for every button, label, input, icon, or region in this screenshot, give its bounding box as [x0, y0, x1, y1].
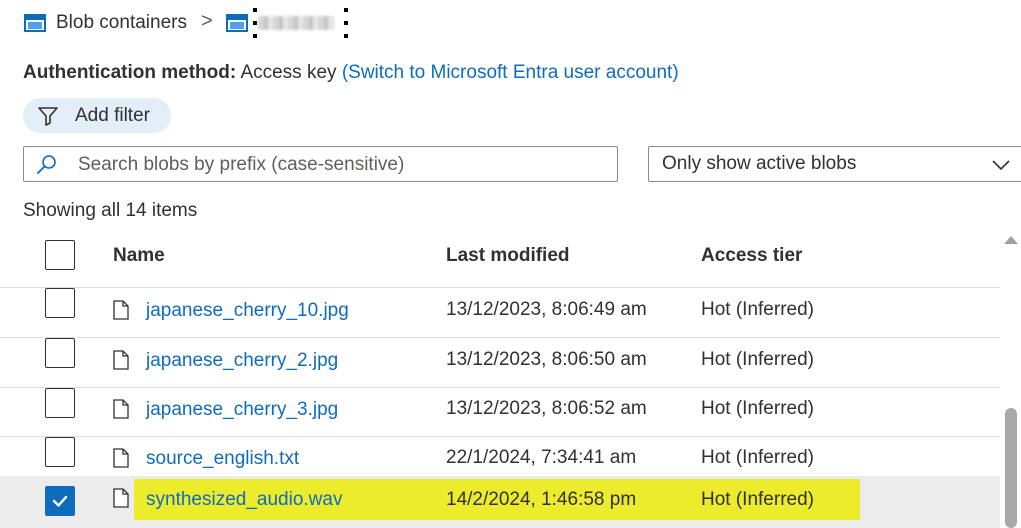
chevron-down-icon: [992, 160, 1010, 171]
redaction-mark: [344, 8, 348, 44]
last-modified-value: 14/2/2024, 1:46:58 pm: [446, 489, 637, 510]
container-icon: [226, 14, 248, 32]
auth-method-label: Authentication method:: [23, 62, 237, 83]
add-filter-button[interactable]: Add filter: [23, 98, 171, 133]
checkmark-icon: [52, 495, 68, 507]
row-checkbox-checked[interactable]: [45, 486, 75, 516]
row-checkbox[interactable]: [45, 437, 75, 467]
blob-filter-dropdown[interactable]: Only show active blobs: [648, 146, 1021, 182]
scroll-up-arrow-icon[interactable]: [1004, 236, 1018, 244]
table-row[interactable]: japanese_cherry_3.jpg 13/12/2023, 8:06:5…: [0, 387, 1000, 437]
row-checkbox[interactable]: [45, 388, 75, 418]
chevron-right-icon: >: [201, 10, 213, 32]
breadcrumb-blob-containers[interactable]: Blob containers: [56, 12, 187, 34]
search-box[interactable]: [23, 146, 618, 182]
file-icon: [113, 300, 129, 320]
table-header: Name Last modified Access tier: [0, 235, 1000, 288]
blob-name-link[interactable]: synthesized_audio.wav: [146, 489, 342, 511]
access-tier-value: Hot (Inferred): [701, 299, 814, 320]
access-tier-value: Hot (Inferred): [701, 398, 814, 419]
table-row[interactable]: japanese_cherry_10.jpg 13/12/2023, 8:06:…: [0, 288, 1000, 338]
container-name-redacted[interactable]: [258, 16, 334, 30]
file-icon: [113, 399, 129, 419]
access-tier-value: Hot (Inferred): [701, 349, 814, 370]
search-icon: [37, 155, 56, 174]
redaction-mark: [253, 8, 257, 44]
blob-name-link[interactable]: japanese_cherry_3.jpg: [146, 399, 338, 421]
last-modified-value: 13/12/2023, 8:06:52 am: [446, 398, 647, 419]
last-modified-value: 13/12/2023, 8:06:49 am: [446, 299, 647, 320]
auth-method: Authentication method: Access key (Switc…: [23, 62, 679, 84]
search-input[interactable]: [76, 151, 610, 179]
file-icon: [113, 448, 129, 468]
file-icon: [113, 488, 129, 508]
last-modified-value: 13/12/2023, 8:06:50 am: [446, 349, 647, 370]
row-checkbox[interactable]: [45, 338, 75, 368]
container-icon: [24, 14, 46, 32]
blob-filter-selected: Only show active blobs: [662, 153, 857, 174]
access-tier-value: Hot (Inferred): [701, 447, 814, 468]
blob-name-link[interactable]: source_english.txt: [146, 448, 299, 470]
table-row[interactable]: japanese_cherry_2.jpg 13/12/2023, 8:06:5…: [0, 338, 1000, 388]
access-tier-value: Hot (Inferred): [701, 489, 814, 510]
switch-auth-link[interactable]: (Switch to Microsoft Entra user account): [342, 62, 679, 83]
last-modified-value: 22/1/2024, 7:34:41 am: [446, 447, 637, 468]
column-header-access-tier[interactable]: Access tier: [701, 245, 802, 267]
blob-name-link[interactable]: japanese_cherry_10.jpg: [146, 300, 349, 322]
select-all-checkbox[interactable]: [45, 240, 75, 270]
column-header-name[interactable]: Name: [113, 245, 165, 267]
file-icon: [113, 350, 129, 370]
row-checkbox[interactable]: [45, 288, 75, 318]
scrollbar-thumb[interactable]: [1005, 408, 1017, 528]
item-count: Showing all 14 items: [23, 200, 198, 221]
add-filter-label: Add filter: [75, 104, 150, 126]
funnel-icon: [38, 106, 58, 126]
auth-method-value: Access key: [240, 62, 337, 83]
blob-name-link[interactable]: japanese_cherry_2.jpg: [146, 350, 338, 372]
table-row-selected[interactable]: synthesized_audio.wav 14/2/2024, 1:46:58…: [0, 476, 1000, 528]
column-header-last-modified[interactable]: Last modified: [446, 245, 570, 267]
